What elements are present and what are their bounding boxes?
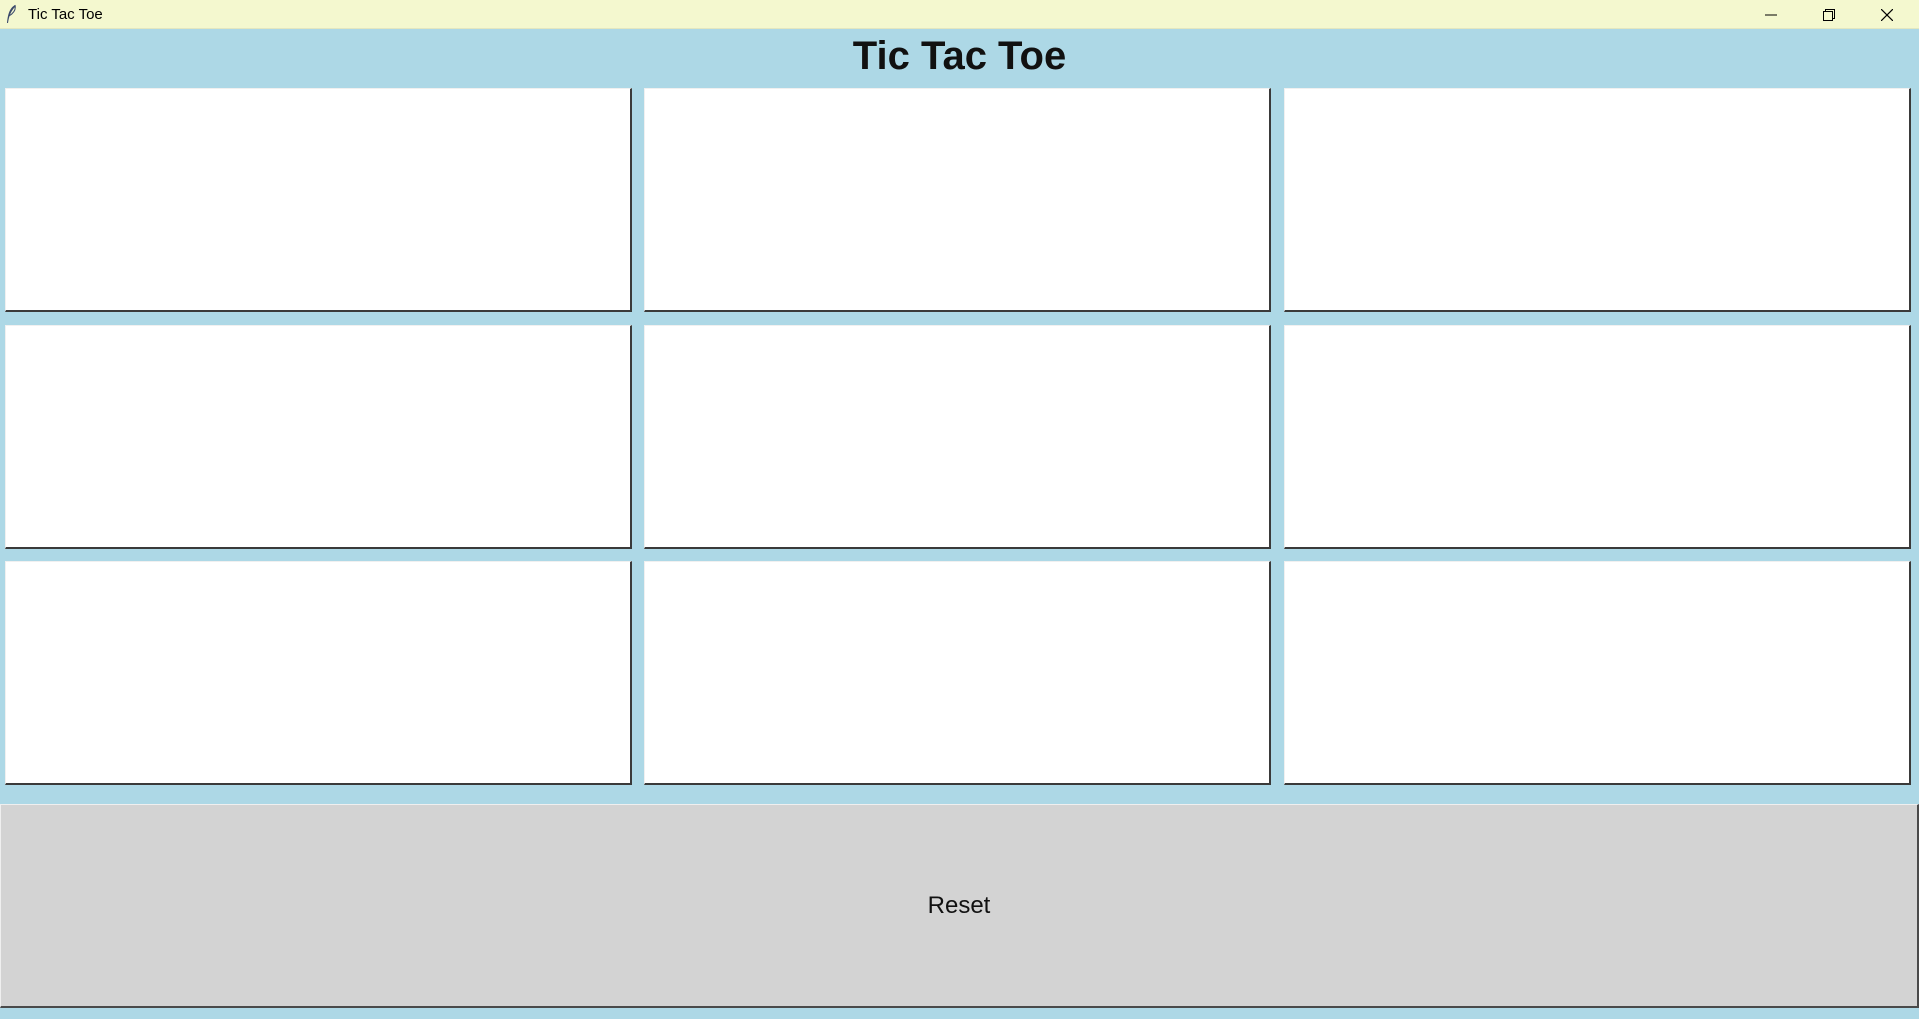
minimize-button[interactable] xyxy=(1742,0,1800,29)
minimize-icon xyxy=(1765,14,1777,15)
board-cell-0-1[interactable] xyxy=(644,88,1271,312)
board-cell-1-1[interactable] xyxy=(644,325,1271,549)
feather-icon xyxy=(7,4,16,23)
title-bar[interactable]: Tic Tac Toe xyxy=(0,0,1919,29)
reset-button-label: Reset xyxy=(927,891,991,919)
board-cell-0-0[interactable] xyxy=(5,88,632,312)
reset-button[interactable]: Reset xyxy=(0,804,1919,1008)
game-title: Tic Tac Toe xyxy=(852,34,1067,78)
restore-icon xyxy=(1823,8,1835,21)
board-cell-0-2[interactable] xyxy=(1284,88,1911,312)
close-icon xyxy=(1881,8,1893,21)
app-window: Tic Tac Toe Tic Tac Toe Reset xyxy=(0,0,1919,1019)
board-cell-2-0[interactable] xyxy=(5,561,632,785)
board-cell-1-0[interactable] xyxy=(5,325,632,549)
board-cell-2-1[interactable] xyxy=(644,561,1271,785)
board-cell-2-2[interactable] xyxy=(1284,561,1911,785)
board-cell-1-2[interactable] xyxy=(1284,325,1911,549)
close-button[interactable] xyxy=(1858,0,1916,29)
restore-button[interactable] xyxy=(1800,0,1858,29)
window-title: Tic Tac Toe xyxy=(28,6,103,23)
